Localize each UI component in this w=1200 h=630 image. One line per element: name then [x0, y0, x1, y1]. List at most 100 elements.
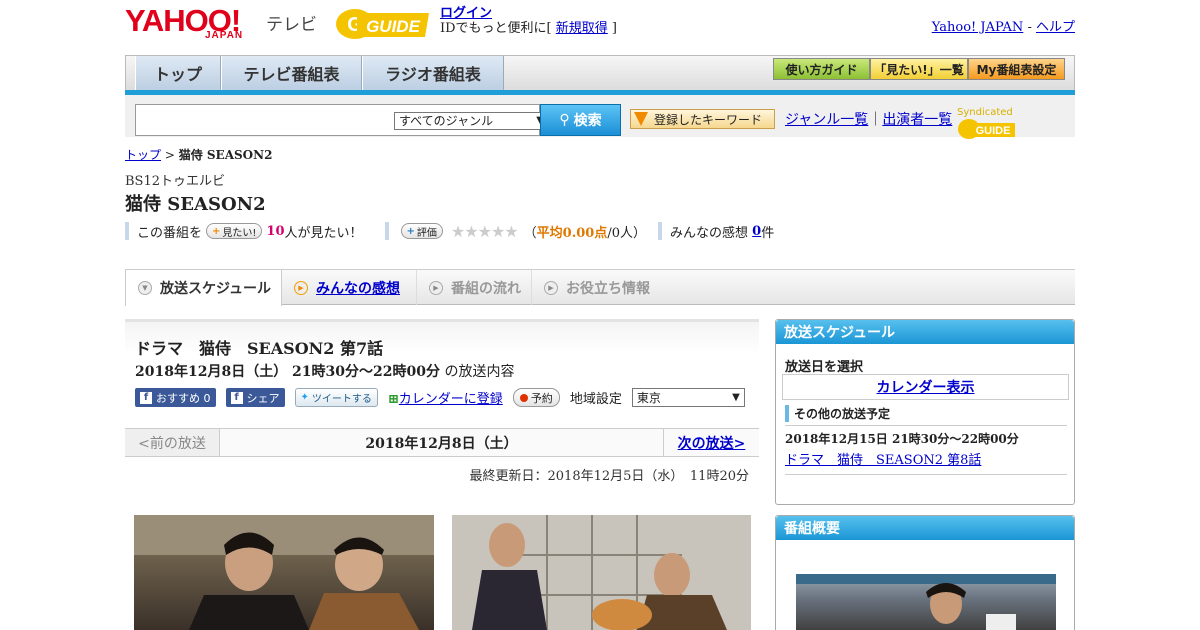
rate-label: 評価 [416, 227, 437, 239]
schedule-sidebox: 放送スケジュール 放送日を選択 カレンダー表示 その他の放送予定 2018年12… [775, 319, 1075, 505]
svg-text:GUIDE: GUIDE [976, 125, 1011, 137]
summary-sidebox-title: 番組概要 [776, 516, 1074, 540]
episode-datetime: 2018年12月8日（土） 21時30分～22時00分 の放送内容 [135, 361, 514, 381]
region-value: 東京 [636, 391, 661, 405]
chevron-right-icon: ▶ [294, 280, 308, 295]
region-select[interactable]: 東京 ▼ [631, 388, 745, 407]
calendar-register[interactable]: ⊞カレンダーに登録 [388, 388, 503, 407]
next-broadcast-link: 次の放送> [677, 435, 746, 452]
stats-divider [657, 222, 662, 240]
help-link[interactable]: ヘルプ [1036, 20, 1075, 35]
tab-schedule-label: 放送スケジュール [160, 281, 272, 297]
tab-impressions[interactable]: ▶ みんなの感想 [282, 270, 417, 305]
breadcrumb: トップ > 猫侍 SEASON2 [125, 146, 272, 163]
breadcrumb-separator: > [161, 148, 179, 162]
svg-text:GUIDE: GUIDE [366, 17, 421, 36]
rating-stars: ★★★★★ [450, 221, 519, 241]
share-label: シェア [246, 391, 280, 405]
syndicated-label: Syndicated [957, 107, 1013, 118]
calendar-display-button[interactable]: カレンダー表示 [782, 374, 1069, 400]
tab-program-flow: ▶ 番組の流れ [417, 270, 532, 305]
want-suffix: 人が見たい！ [284, 225, 363, 241]
performer-list-link[interactable]: 出演者一覧 [882, 112, 952, 128]
tab-useful-info-label: お役立ち情報 [566, 280, 650, 297]
impression-unit: 件 [761, 225, 775, 241]
plus-icon: + [406, 225, 415, 237]
top-links-separator: - [1023, 20, 1036, 35]
calendar-plus-icon: ⊞ [387, 392, 399, 407]
samurai-cat-photo-illustration [452, 515, 751, 630]
register-link[interactable]: 新規取得 [556, 21, 608, 36]
rating-count: /0人） [607, 225, 646, 241]
registered-keyword-button[interactable]: 登録したキーワード [630, 109, 775, 129]
episode-datetime-value: 2018年12月8日（土） 21時30分～22時00分 [135, 364, 440, 380]
tab-impressions-label: みんなの感想 [316, 280, 400, 297]
want-to-watch-button[interactable]: + 見たい! [206, 223, 263, 239]
gguide-logo[interactable]: G GUIDE [335, 7, 431, 41]
genre-select-value: すべてのジャンル [399, 114, 494, 128]
dropdown-triangle-icon [634, 112, 648, 126]
tweet-label: ツイートする [311, 394, 372, 405]
rate-button[interactable]: + 評価 [400, 223, 443, 239]
program-tabs: ▼ 放送スケジュール ▶ みんなの感想 ▶ 番組の流れ ▶ お役立ち情報 [125, 269, 1075, 306]
record-icon [519, 393, 528, 402]
recommend-label: おすすめ 0 [156, 391, 211, 405]
search-links-divider: ｜ [868, 112, 883, 128]
pager-date: 2018年12月8日（土） [365, 435, 518, 452]
page-title: 猫侍 SEASON2 [125, 194, 266, 215]
search-button[interactable]: ⚲ 検索 [540, 104, 621, 136]
login-link[interactable]: ログイン [440, 6, 492, 21]
social-actions: f おすすめ 0 f シェア ✦ ツイートする ⊞カレンダーに登録 予約 地域設定 東… [135, 388, 745, 407]
my-schedule-button[interactable]: My番組表設定 [968, 58, 1065, 80]
japan-logo: JAPAN [205, 30, 244, 41]
genre-select[interactable]: すべてのジャンル ▼ [394, 112, 549, 130]
search-links: ジャンル一覧｜出演者一覧 [785, 109, 952, 129]
impression-label: みんなの感想 [669, 225, 748, 241]
search-input[interactable]: すべてのジャンル ▼ [135, 104, 549, 136]
other-broadcasts-heading: その他の放送予定 [785, 405, 890, 422]
registered-keyword-label: 登録したキーワード [654, 112, 763, 127]
next-broadcast[interactable]: 次の放送> [663, 429, 759, 456]
episode-datetime-suffix: の放送内容 [440, 364, 515, 380]
chevron-right-icon: ▶ [429, 280, 443, 295]
chevron-down-icon: ▼ [138, 281, 152, 295]
facebook-share-button[interactable]: f シェア [225, 388, 285, 407]
id-close: ] [607, 21, 617, 36]
facebook-icon: f [230, 391, 243, 404]
episode-photo-1 [134, 515, 434, 630]
search-bar: すべてのジャンル ▼ ⚲ 検索 登録したキーワード ジャンル一覧｜出演者一覧 S… [125, 95, 1075, 139]
other-broadcast-link[interactable]: ドラマ 猫侍 SEASON2 第8話 [785, 449, 981, 468]
nav-tab-radio-schedule[interactable]: ラジオ番組表 [362, 56, 504, 90]
other-broadcast-time: 2018年12月15日 21時30分～22時00分 [785, 432, 1019, 446]
genre-list-link[interactable]: ジャンル一覧 [785, 112, 868, 128]
yahoo-japan-link[interactable]: Yahoo! JAPAN [932, 20, 1024, 35]
twitter-icon: ✦ [300, 392, 309, 403]
reserve-label: 予約 [530, 391, 553, 405]
impression-count[interactable]: 0 [752, 224, 761, 239]
tweet-button[interactable]: ✦ ツイートする [294, 388, 378, 407]
tv-label[interactable]: テレビ [266, 10, 317, 35]
broadcast-pager: <前の放送 2018年12月8日（土） 次の放送> [125, 428, 759, 457]
region-label: 地域設定 [569, 392, 622, 407]
breadcrumb-home[interactable]: トップ [125, 148, 161, 162]
reserve-button[interactable]: 予約 [512, 388, 560, 407]
id-text: IDでもっと便利に[ [440, 21, 556, 36]
usage-guide-button[interactable]: 使い方ガイド [773, 58, 870, 80]
search-icon: ⚲ [559, 112, 570, 128]
calendar-display-label: カレンダー表示 [876, 380, 975, 396]
summary-photo [796, 574, 1056, 630]
nav-tab-tv-schedule[interactable]: テレビ番組表 [221, 56, 362, 90]
facebook-recommend-button[interactable]: f おすすめ 0 [135, 388, 216, 407]
login-box: ログイン IDでもっと便利に[ 新規取得 ] [440, 6, 617, 36]
tab-useful-info: ▶ お役立ち情報 [532, 270, 662, 305]
last-updated: 最終更新日：2018年12月5日（水） 11時20分 [469, 469, 749, 484]
samurai-photo-illustration [134, 515, 434, 630]
gguide-small-logo: GUIDE [958, 119, 1015, 139]
chevron-right-icon: ▶ [544, 280, 558, 295]
nav-tab-top[interactable]: トップ [135, 56, 221, 90]
mitai-prefix: この番組を [137, 225, 203, 241]
tab-schedule[interactable]: ▼ 放送スケジュール [125, 269, 282, 306]
want-list-button[interactable]: 「見たい!」一覧 [870, 58, 968, 80]
average-open: （ [523, 225, 537, 241]
facebook-icon: f [140, 391, 152, 404]
